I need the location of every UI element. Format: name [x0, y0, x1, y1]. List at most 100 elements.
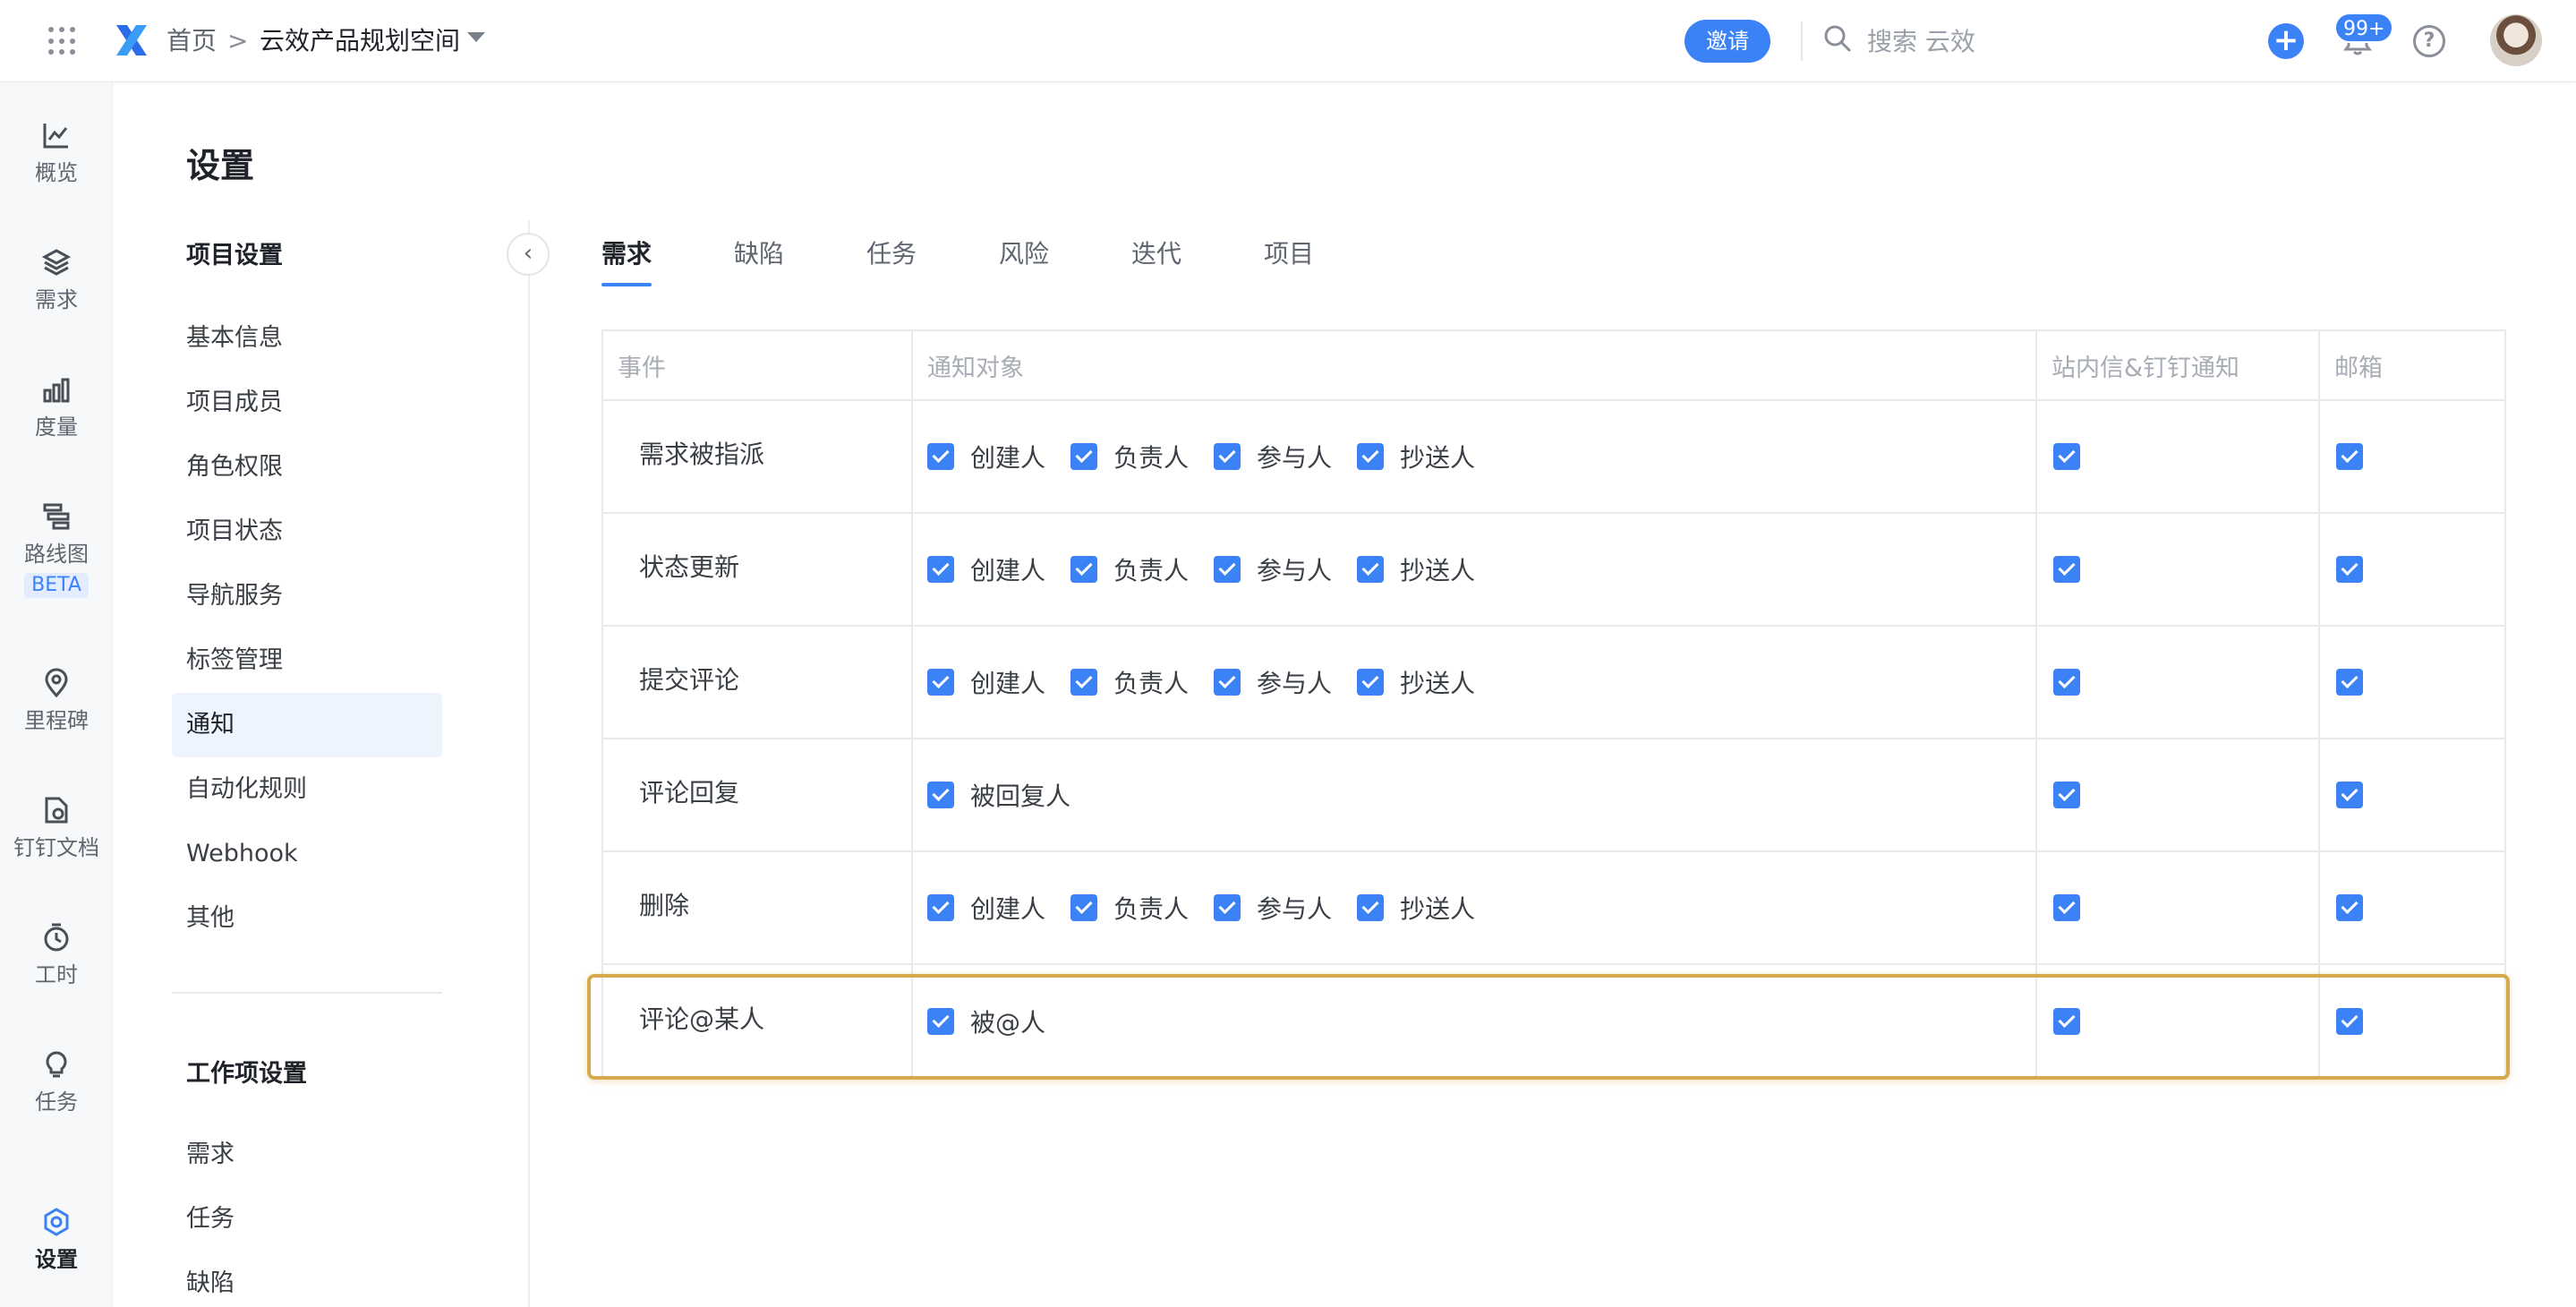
target-label: 抄送人 — [1400, 556, 1476, 585]
checkbox-checked-icon[interactable] — [1070, 556, 1098, 583]
search-input[interactable] — [1867, 21, 2136, 61]
header-event: 事件 — [603, 331, 913, 399]
checkbox-checked-icon[interactable] — [927, 894, 954, 921]
nav-item-workitem-requirements[interactable]: 需求 — [172, 1123, 442, 1187]
event-label: 评论@某人 — [639, 1004, 765, 1034]
nav-item-workitem-tasks[interactable]: 任务 — [172, 1187, 442, 1251]
inbox-cell — [2037, 739, 2320, 850]
email-checkbox[interactable] — [2336, 1008, 2363, 1035]
tab-project[interactable]: 项目 — [1264, 235, 1314, 274]
checkbox-checked-icon[interactable] — [927, 669, 954, 696]
rail-item-settings[interactable]: 设置 — [0, 1207, 113, 1273]
target-checkbox-creator[interactable]: 创建人 — [927, 664, 1045, 700]
inbox-checkbox[interactable] — [2053, 782, 2080, 808]
checkbox-checked-icon[interactable] — [1070, 894, 1098, 921]
target-label: 创建人 — [970, 669, 1046, 698]
nav-item-automation[interactable]: 自动化规则 — [172, 757, 442, 822]
checkbox-checked-icon[interactable] — [1070, 443, 1098, 470]
target-checkbox-cc[interactable]: 抄送人 — [1357, 551, 1475, 587]
email-checkbox[interactable] — [2336, 782, 2363, 808]
nav-item-workitem-bugs[interactable]: 缺陷 — [172, 1251, 442, 1307]
app-grid-icon[interactable] — [48, 27, 77, 56]
help-icon[interactable]: ? — [2413, 25, 2445, 57]
inbox-checkbox[interactable] — [2053, 556, 2080, 583]
email-cell — [2320, 627, 2504, 738]
target-checkbox-cc[interactable]: 抄送人 — [1357, 439, 1475, 474]
breadcrumb-space-name[interactable]: 云效产品规划空间 — [260, 23, 460, 59]
settings-icon — [44, 1208, 69, 1236]
target-checkbox-participant[interactable]: 参与人 — [1214, 664, 1332, 700]
target-checkbox-cc[interactable]: 抄送人 — [1357, 664, 1475, 700]
tab-requirements[interactable]: 需求 — [601, 235, 652, 274]
nav-item-tags[interactable]: 标签管理 — [172, 628, 442, 693]
email-checkbox[interactable] — [2336, 669, 2363, 696]
checkbox-checked-icon[interactable] — [1070, 669, 1098, 696]
rail-item-label: 需求 — [35, 287, 78, 312]
nav-item-other[interactable]: 其他 — [172, 886, 442, 951]
rail-item-milestones[interactable]: 里程碑 — [0, 668, 113, 734]
collapse-sidebar-button[interactable]: ‹ — [507, 233, 550, 276]
rail-item-timesheet[interactable]: 工时 — [0, 922, 113, 988]
target-checkbox-replied-user[interactable]: 被回复人 — [927, 777, 1070, 813]
target-checkbox-owner[interactable]: 负责人 — [1070, 664, 1189, 700]
inbox-checkbox[interactable] — [2053, 669, 2080, 696]
rail-item-requirements[interactable]: 需求 — [0, 247, 113, 313]
email-cell — [2320, 514, 2504, 625]
nav-item-members[interactable]: 项目成员 — [172, 371, 442, 435]
inbox-checkbox[interactable] — [2053, 894, 2080, 921]
target-checkbox-mentioned-user[interactable]: 被@人 — [927, 1004, 1045, 1039]
inbox-checkbox[interactable] — [2053, 443, 2080, 470]
email-checkbox[interactable] — [2336, 894, 2363, 921]
nav-item-project-status[interactable]: 项目状态 — [172, 500, 442, 564]
nav-item-roles[interactable]: 角色权限 — [172, 435, 442, 500]
target-label: 被@人 — [970, 1008, 1046, 1038]
avatar[interactable] — [2490, 14, 2542, 66]
add-button[interactable]: + — [2268, 23, 2304, 59]
tab-bugs[interactable]: 缺陷 — [734, 235, 784, 274]
checkbox-checked-icon[interactable] — [1357, 669, 1385, 696]
tab-tasks[interactable]: 任务 — [866, 235, 917, 274]
chevron-down-icon[interactable] — [467, 32, 485, 42]
rail-item-overview[interactable]: 概览 — [0, 120, 113, 186]
invite-button[interactable]: 邀请 — [1685, 20, 1770, 63]
rail-item-tasks[interactable]: 任务 — [0, 1049, 113, 1115]
target-checkbox-creator[interactable]: 创建人 — [927, 551, 1045, 587]
nav-item-basic-info[interactable]: 基本信息 — [172, 306, 442, 371]
email-checkbox[interactable] — [2336, 443, 2363, 470]
target-checkbox-participant[interactable]: 参与人 — [1214, 551, 1332, 587]
checkbox-checked-icon[interactable] — [927, 556, 954, 583]
targets-cell: 被回复人 — [913, 739, 2037, 850]
target-checkbox-owner[interactable]: 负责人 — [1070, 890, 1189, 926]
checkbox-checked-icon[interactable] — [1214, 669, 1241, 696]
target-checkbox-creator[interactable]: 创建人 — [927, 439, 1045, 474]
target-checkbox-participant[interactable]: 参与人 — [1214, 890, 1332, 926]
target-checkbox-owner[interactable]: 负责人 — [1070, 551, 1189, 587]
target-checkbox-cc[interactable]: 抄送人 — [1357, 890, 1475, 926]
tab-iterations[interactable]: 迭代 — [1131, 235, 1181, 274]
checkbox-checked-icon[interactable] — [927, 782, 954, 808]
yunxiao-logo-icon[interactable] — [111, 20, 152, 61]
checkbox-checked-icon[interactable] — [927, 443, 954, 470]
checkbox-checked-icon[interactable] — [927, 1008, 954, 1035]
target-checkbox-participant[interactable]: 参与人 — [1214, 439, 1332, 474]
target-checkbox-owner[interactable]: 负责人 — [1070, 439, 1189, 474]
checkbox-checked-icon[interactable] — [1214, 443, 1241, 470]
tab-risks[interactable]: 风险 — [999, 235, 1049, 274]
target-checkbox-creator[interactable]: 创建人 — [927, 890, 1045, 926]
breadcrumb-home[interactable]: 首页 — [166, 23, 217, 59]
rail-item-metrics[interactable]: 度量 — [0, 374, 113, 440]
checkbox-checked-icon[interactable] — [1214, 894, 1241, 921]
rail-item-roadmap[interactable]: 路线图 BETA — [0, 501, 113, 598]
checkbox-checked-icon[interactable] — [1357, 443, 1385, 470]
email-checkbox[interactable] — [2336, 556, 2363, 583]
nav-item-navigation[interactable]: 导航服务 — [172, 564, 442, 628]
checkbox-checked-icon[interactable] — [1214, 556, 1241, 583]
nav-item-notifications[interactable]: 通知 — [172, 693, 442, 757]
inbox-checkbox[interactable] — [2053, 1008, 2080, 1035]
checkbox-checked-icon[interactable] — [1357, 894, 1385, 921]
nav-item-webhook[interactable]: Webhook — [172, 822, 442, 886]
rail-item-dingtalk-docs[interactable]: 钉钉文档 — [0, 795, 113, 861]
checkbox-checked-icon[interactable] — [1357, 556, 1385, 583]
event-label: 评论回复 — [639, 778, 740, 807]
target-label: 创建人 — [970, 894, 1046, 924]
